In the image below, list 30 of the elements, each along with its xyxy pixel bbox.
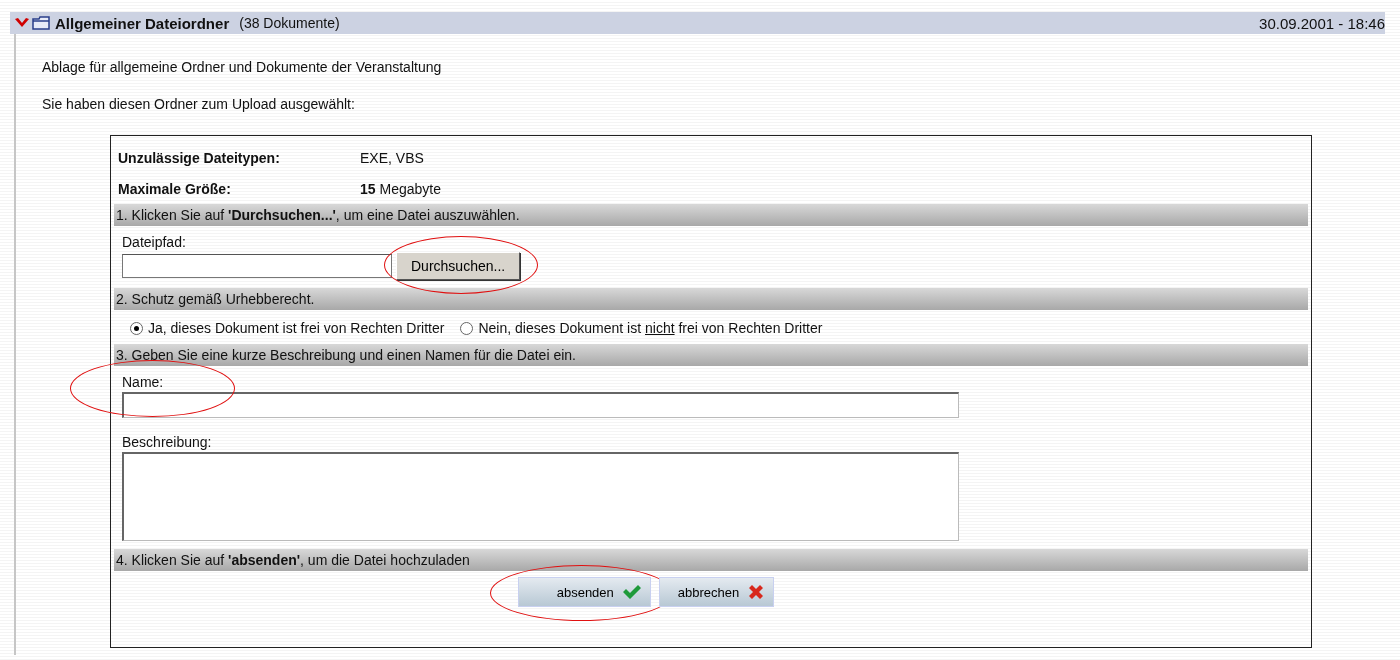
folder-date: 30.09.2001 - 18:46 — [1259, 14, 1385, 32]
checkmark-icon — [621, 584, 642, 600]
name-field[interactable] — [122, 392, 959, 418]
info-label: Unzulässige Dateitypen: — [118, 149, 281, 166]
step-heading: 1. Klicken Sie auf 'Durchsuchen...', um eine Datei auszuwählen. — [114, 204, 1308, 226]
file-path-field[interactable] — [122, 254, 392, 278]
info-label: Maximale Größe: — [118, 180, 232, 197]
step-heading: 2. Schutz gemäß Urhebberecht. — [114, 288, 1308, 310]
browse-button[interactable]: Durchsuchen... — [396, 252, 521, 280]
radio-label: Ja, dieses Dokument ist frei von Rechten Dritter — [148, 320, 445, 336]
radio-button[interactable] — [130, 321, 143, 335]
field-label: Dateipfad: — [122, 234, 186, 250]
radio-button[interactable] — [460, 321, 474, 335]
step-heading: 3. Geben Sie eine kurze Beschreibung und einen Namen für die Datei ein. — [114, 344, 1308, 366]
submit-button[interactable]: absenden — [517, 577, 651, 607]
close-icon — [747, 583, 766, 601]
folder-icon — [32, 16, 50, 30]
chevron-icon[interactable] — [14, 17, 30, 29]
field-label: Name: — [122, 374, 164, 390]
folder-description: Ablage für allgemeine Ordner und Dokumente der Veranstaltung — [42, 59, 443, 75]
info-value: 15 Megabyte — [360, 180, 441, 197]
radio-label: Nein, dieses Dokument ist nicht frei von Rechten Dritter — [478, 320, 823, 336]
info-value: EXE, VBS — [360, 149, 424, 166]
description-field[interactable] — [122, 452, 959, 541]
folder-title: Allgemeiner Dateiordner — [55, 14, 230, 32]
field-label: Beschreibung: — [122, 434, 213, 450]
cancel-button[interactable]: abbrechen — [658, 577, 775, 607]
step-heading: 4. Klicken Sie auf 'absenden', um die Datei hochzuladen — [114, 549, 1308, 571]
upload-note: Sie haben diesen Ordner zum Upload ausgewählt: — [42, 96, 356, 112]
document-count: (38 Dokumente) — [239, 15, 340, 31]
